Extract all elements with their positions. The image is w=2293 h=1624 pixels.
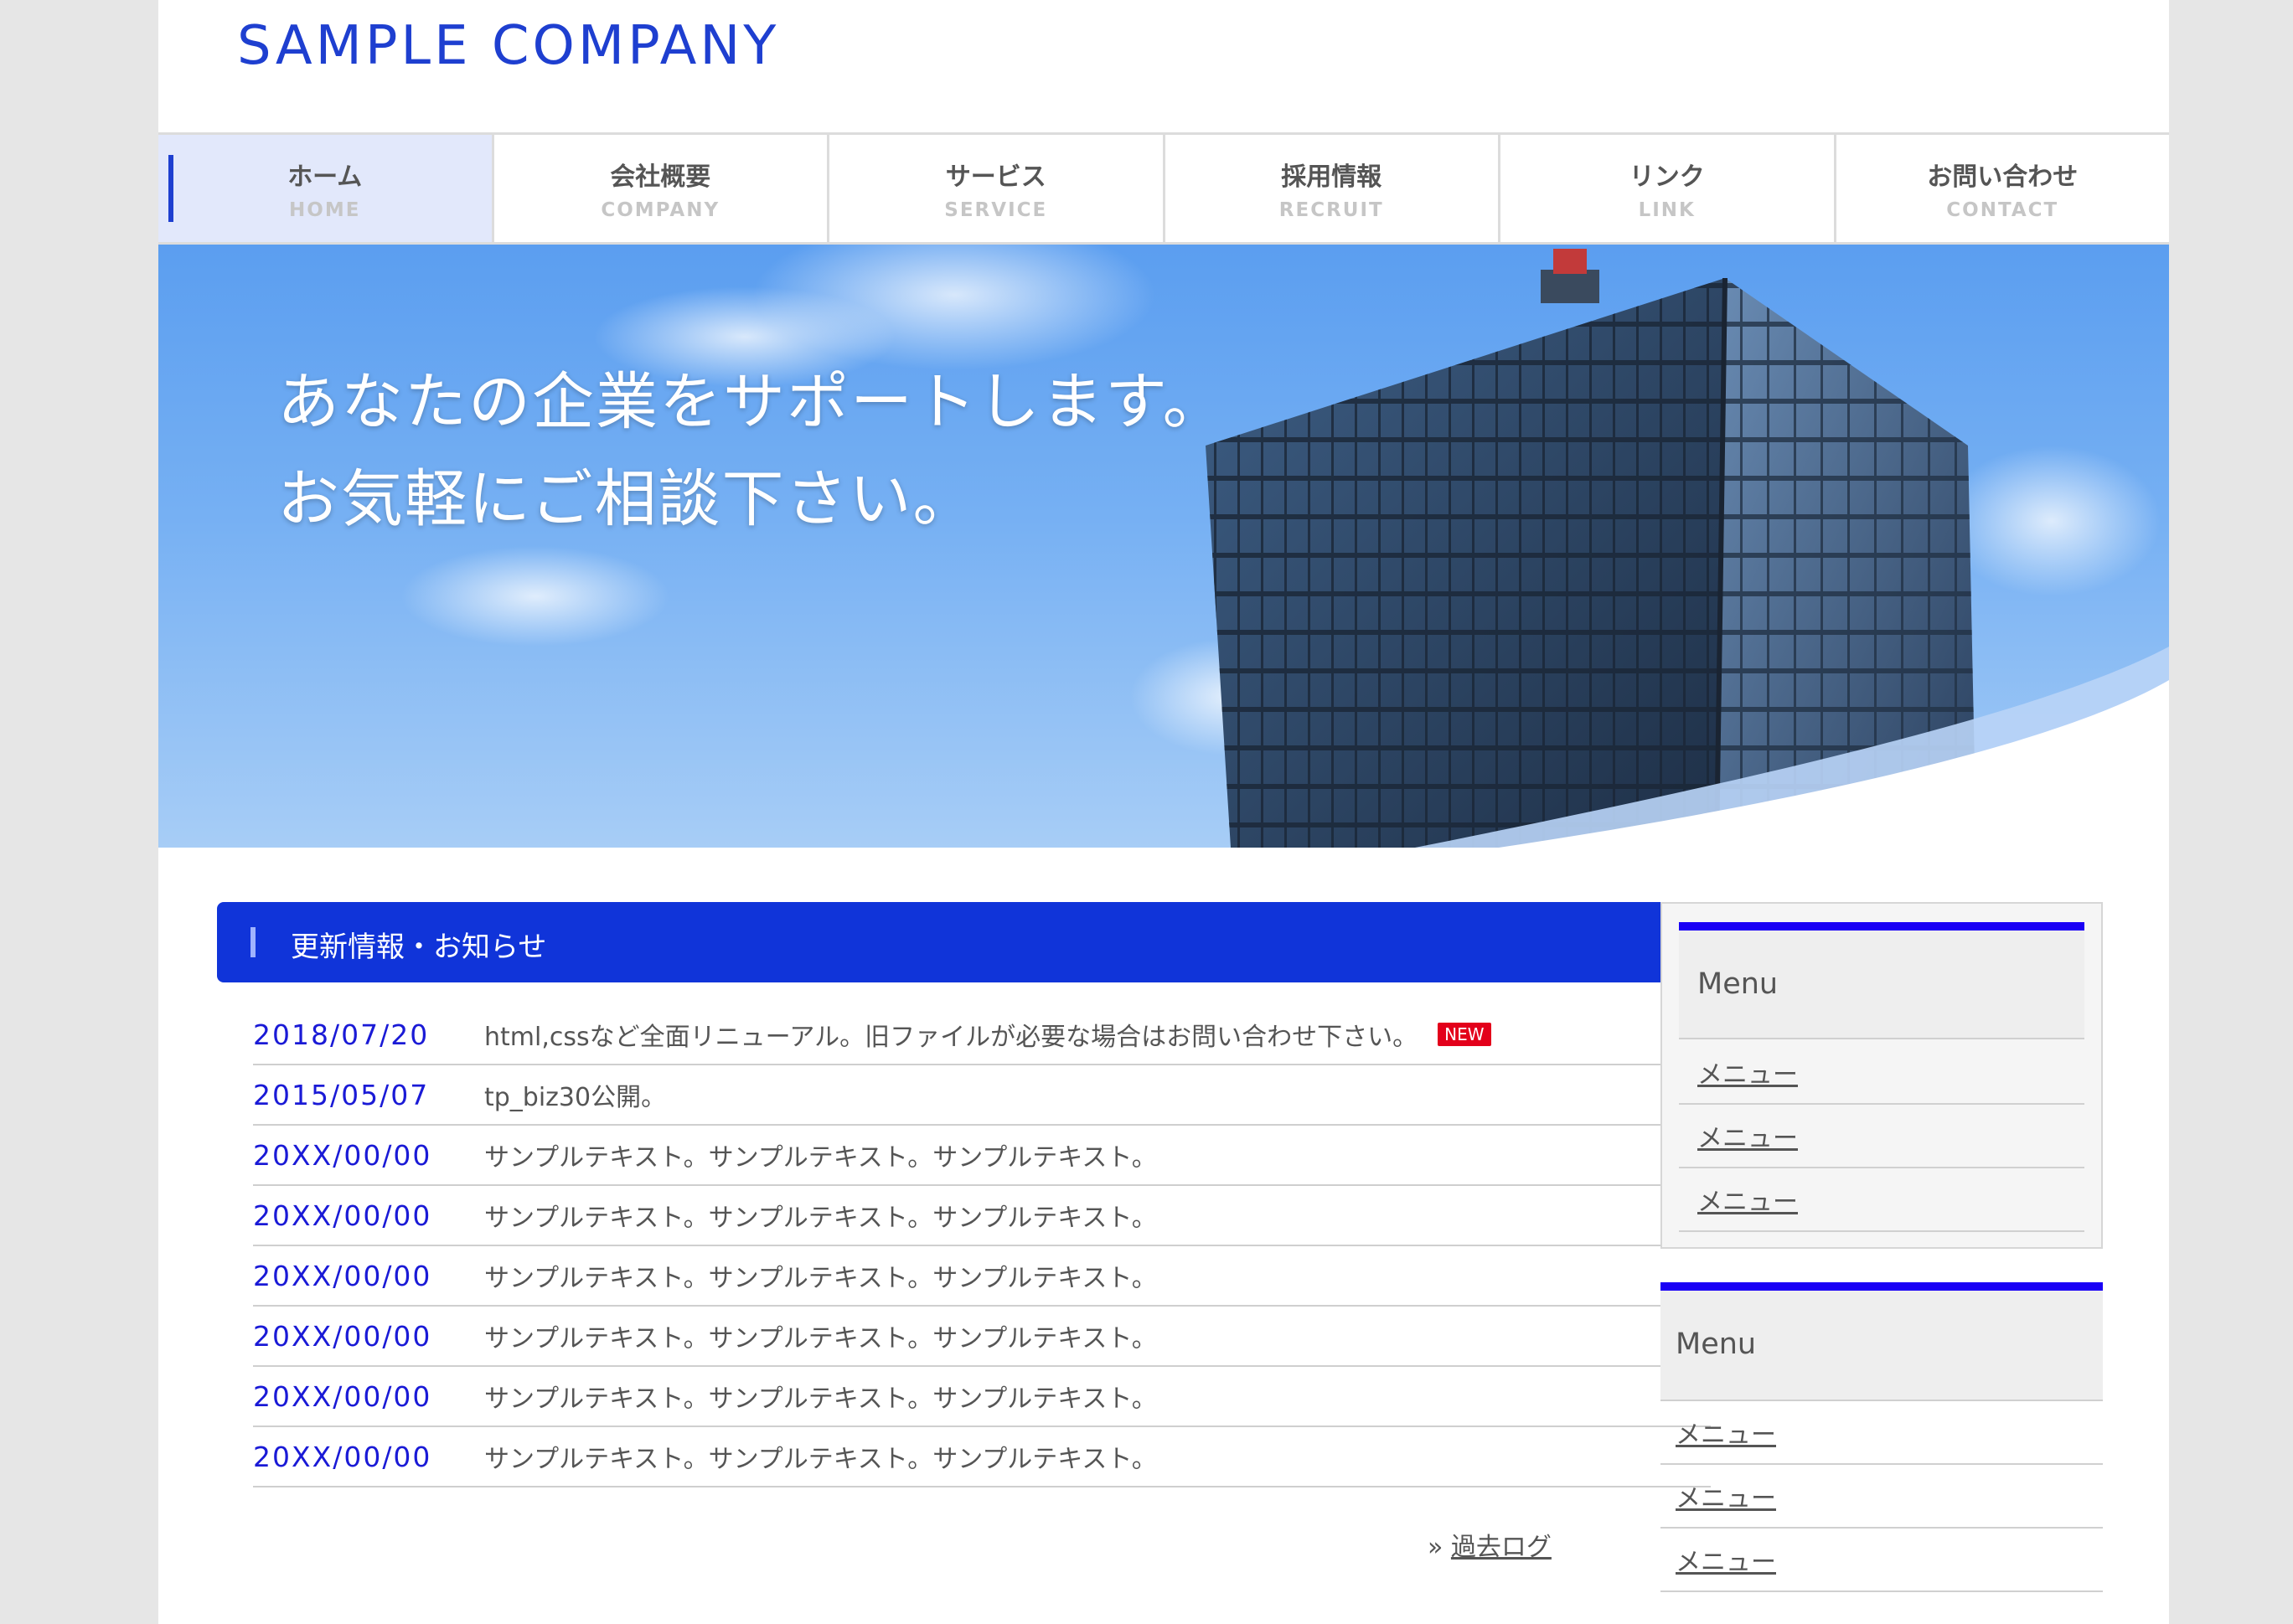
sidebar-menu-link[interactable]: メニュー <box>1697 1181 1798 1218</box>
heading-accent-bar <box>250 927 256 957</box>
news-date: 2015/05/07 <box>253 1078 430 1111</box>
sidebar-menu-item: メニュー <box>1660 1401 2103 1465</box>
hero-banner: あなたの企業をサポートします。 お気軽にご相談下さい。 <box>158 245 2169 848</box>
news-date: 20XX/00/00 <box>253 1199 432 1232</box>
news-heading-title: 更新情報・お知らせ <box>291 931 547 964</box>
news-text-body: html,cssなど全面リニューアル。旧ファイルが必要な場合はお問い合わせ下さい… <box>484 1023 1418 1052</box>
news-item: 20XX/00/00 サンプルテキスト。サンプルテキスト。サンプルテキスト。 <box>253 1186 1711 1246</box>
sidebar-menu-item: メニュー <box>1679 1105 2084 1168</box>
news-item: 20XX/00/00 サンプルテキスト。サンプルテキスト。サンプルテキスト。 <box>253 1307 1711 1367</box>
news-item: 20XX/00/00 サンプルテキスト。サンプルテキスト。サンプルテキスト。 <box>253 1126 1711 1186</box>
sidebar-menu-link[interactable]: メニュー <box>1697 1054 1798 1090</box>
past-log-prefix: » <box>1428 1533 1443 1562</box>
hero-line-2: お気軽にご相談下さい。 <box>277 463 977 535</box>
news-date: 2018/07/20 <box>253 1018 430 1051</box>
hero-catchcopy: あなたの企業をサポートします。 お気軽にご相談下さい。 <box>277 353 1227 548</box>
news-text: サンプルテキスト。サンプルテキスト。サンプルテキスト。 <box>484 1143 1157 1173</box>
sidebar-menu-link[interactable]: メニュー <box>1676 1541 1776 1578</box>
nav-item-service[interactable]: サービス SERVICE <box>829 135 1165 242</box>
sidebar-menu-item: メニュー <box>1679 1041 2084 1105</box>
nav-item-company[interactable]: 会社概要 COMPANY <box>494 135 829 242</box>
sidebar-menu-list: メニュー メニュー メニュー <box>1679 1041 2084 1232</box>
nav-label: ホーム <box>287 162 363 192</box>
sidebar-menu-box-2: Menu メニュー メニュー メニュー <box>1660 1282 2103 1592</box>
news-text: html,cssなど全面リニューアル。旧ファイルが必要な場合はお問い合わせ下さい… <box>484 1016 1491 1053</box>
nav-label: リンク <box>1629 162 1705 192</box>
nav-item-home[interactable]: ホーム HOME <box>158 135 494 242</box>
site-logo[interactable]: SAMPLE COMPANY <box>237 15 779 77</box>
sidebar-menu-header: Menu <box>1660 1291 2103 1401</box>
sidebar-accent-bar <box>1660 1282 2103 1291</box>
news-text: サンプルテキスト。サンプルテキスト。サンプルテキスト。 <box>484 1445 1157 1474</box>
nav-item-recruit[interactable]: 採用情報 RECRUIT <box>1165 135 1500 242</box>
news-text: サンプルテキスト。サンプルテキスト。サンプルテキスト。 <box>484 1204 1157 1233</box>
news-text: tp_biz30公開。 <box>484 1083 667 1112</box>
nav-sublabel: COMPANY <box>601 199 720 221</box>
sidebar-accent-bar <box>1679 922 2084 931</box>
sidebar-menu-link[interactable]: メニュー <box>1676 1477 1776 1514</box>
sidebar-menu-item: メニュー <box>1660 1529 2103 1592</box>
news-text: サンプルテキスト。サンプルテキスト。サンプルテキスト。 <box>484 1324 1157 1353</box>
news-item: 2018/07/20 html,cssなど全面リニューアル。旧ファイルが必要な場… <box>253 1005 1711 1065</box>
news-date: 20XX/00/00 <box>253 1259 432 1292</box>
sidebar-menu-item: メニュー <box>1679 1168 2084 1232</box>
nav-label: 会社概要 <box>610 162 711 192</box>
past-log: » 過去ログ <box>1428 1526 1552 1563</box>
news-date: 20XX/00/00 <box>253 1379 432 1413</box>
nav-label: サービス <box>945 162 1046 192</box>
news-date: 20XX/00/00 <box>253 1440 432 1473</box>
nav-sublabel: SERVICE <box>944 199 1048 221</box>
new-badge: NEW <box>1438 1023 1491 1046</box>
nav-label: 採用情報 <box>1281 162 1382 192</box>
news-text: サンプルテキスト。サンプルテキスト。サンプルテキスト。 <box>484 1264 1157 1293</box>
past-log-link[interactable]: 過去ログ <box>1451 1533 1552 1562</box>
sidebar-menu-title: Menu <box>1676 1328 1757 1361</box>
nav-sublabel: HOME <box>289 199 361 221</box>
site-header: SAMPLE COMPANY <box>158 0 2169 132</box>
news-item: 20XX/00/00 サンプルテキスト。サンプルテキスト。サンプルテキスト。 <box>253 1246 1711 1307</box>
news-item: 20XX/00/00 サンプルテキスト。サンプルテキスト。サンプルテキスト。 <box>253 1367 1711 1427</box>
global-nav: ホーム HOME 会社概要 COMPANY サービス SERVICE 採用情報 … <box>158 132 2169 245</box>
news-date: 20XX/00/00 <box>253 1319 432 1353</box>
news-list: 2018/07/20 html,cssなど全面リニューアル。旧ファイルが必要な場… <box>253 1005 1711 1487</box>
news-date: 20XX/00/00 <box>253 1138 432 1172</box>
hero-line-1: あなたの企業をサポートします。 <box>277 366 1227 438</box>
sidebar-menu-item: メニュー <box>1660 1465 2103 1529</box>
news-text: サンプルテキスト。サンプルテキスト。サンプルテキスト。 <box>484 1384 1157 1414</box>
sidebar-menu-header: Menu <box>1679 931 2084 1039</box>
sidebar-menu-link[interactable]: メニュー <box>1697 1117 1798 1154</box>
nav-sublabel: CONTACT <box>1946 199 2059 221</box>
nav-item-contact[interactable]: お問い合わせ CONTACT <box>1836 135 2170 242</box>
page-container: SAMPLE COMPANY ホーム HOME 会社概要 COMPANY サービ… <box>158 0 2169 1624</box>
nav-sublabel: LINK <box>1638 199 1696 221</box>
nav-sublabel: RECRUIT <box>1278 199 1384 221</box>
news-item: 2015/05/07 tp_biz30公開。 <box>253 1065 1711 1126</box>
nav-label: お問い合わせ <box>1927 162 2079 192</box>
news-item: 20XX/00/00 サンプルテキスト。サンプルテキスト。サンプルテキスト。 <box>253 1427 1711 1487</box>
sidebar-menu-link[interactable]: メニュー <box>1676 1414 1776 1451</box>
sidebar-menu-box-1: Menu メニュー メニュー メニュー <box>1660 902 2103 1249</box>
news-section-heading: 更新情報・お知らせ <box>217 902 1742 982</box>
sidebar-menu-title: Menu <box>1697 967 1779 1001</box>
nav-item-link[interactable]: リンク LINK <box>1500 135 1836 242</box>
